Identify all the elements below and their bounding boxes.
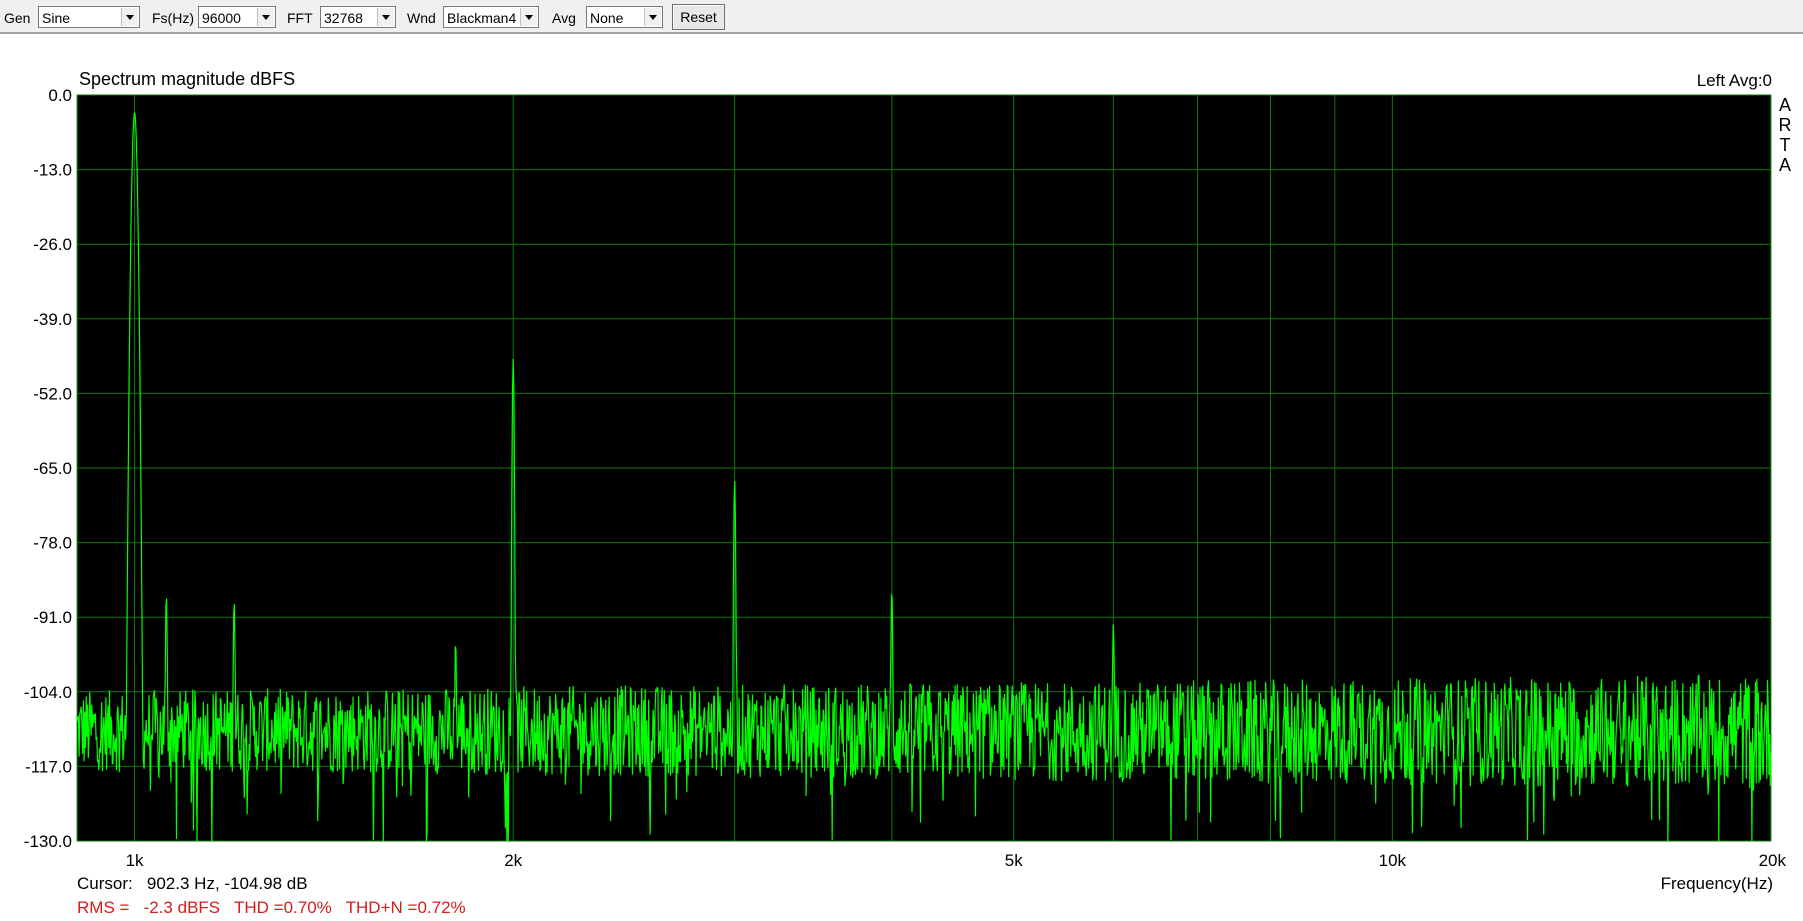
x-tick-label: 20k	[1759, 851, 1787, 870]
y-tick-label: -117.0	[25, 757, 72, 776]
y-tick-label: -52.0	[33, 384, 72, 403]
measurement-readout: RMS = -2.3 dBFS THD =0.70% THD+N =0.72%	[77, 898, 466, 917]
x-axis-ticks: 1k 2k 5k 10k 20k	[126, 851, 1787, 870]
x-tick-label: 1k	[126, 851, 144, 870]
logo-letter: A	[1778, 155, 1791, 175]
y-tick-label: -104.0	[24, 683, 72, 702]
y-tick-label: -65.0	[33, 459, 72, 478]
arta-logo: A R T A	[1776, 95, 1794, 175]
y-tick-label: -91.0	[33, 608, 72, 627]
logo-letter: T	[1779, 135, 1791, 155]
y-tick-label: -39.0	[33, 310, 72, 329]
y-tick-label: -130.0	[24, 832, 72, 851]
cursor-readout: Cursor: 902.3 Hz, -104.98 dB	[77, 874, 308, 893]
x-tick-label: 10k	[1379, 851, 1407, 870]
logo-letter: A	[1778, 95, 1791, 115]
logo-letter: R	[1778, 115, 1792, 135]
y-tick-label: -78.0	[33, 534, 72, 553]
x-tick-label: 5k	[1005, 851, 1023, 870]
y-tick-label: 0.0	[48, 86, 72, 105]
spectrum-chart[interactable]: 0.0 -13.0 -26.0 -39.0 -52.0 -65.0 -78.0 -91.0 -1…	[0, 0, 1803, 921]
y-tick-label: -26.0	[33, 235, 72, 254]
x-axis-label: Frequency(Hz)	[1660, 874, 1773, 893]
y-axis-ticks: 0.0 -13.0 -26.0 -39.0 -52.0 -65.0 -78.0 -91.0 -1…	[24, 86, 72, 851]
x-tick-label: 2k	[504, 851, 522, 870]
y-tick-label: -13.0	[33, 161, 72, 180]
